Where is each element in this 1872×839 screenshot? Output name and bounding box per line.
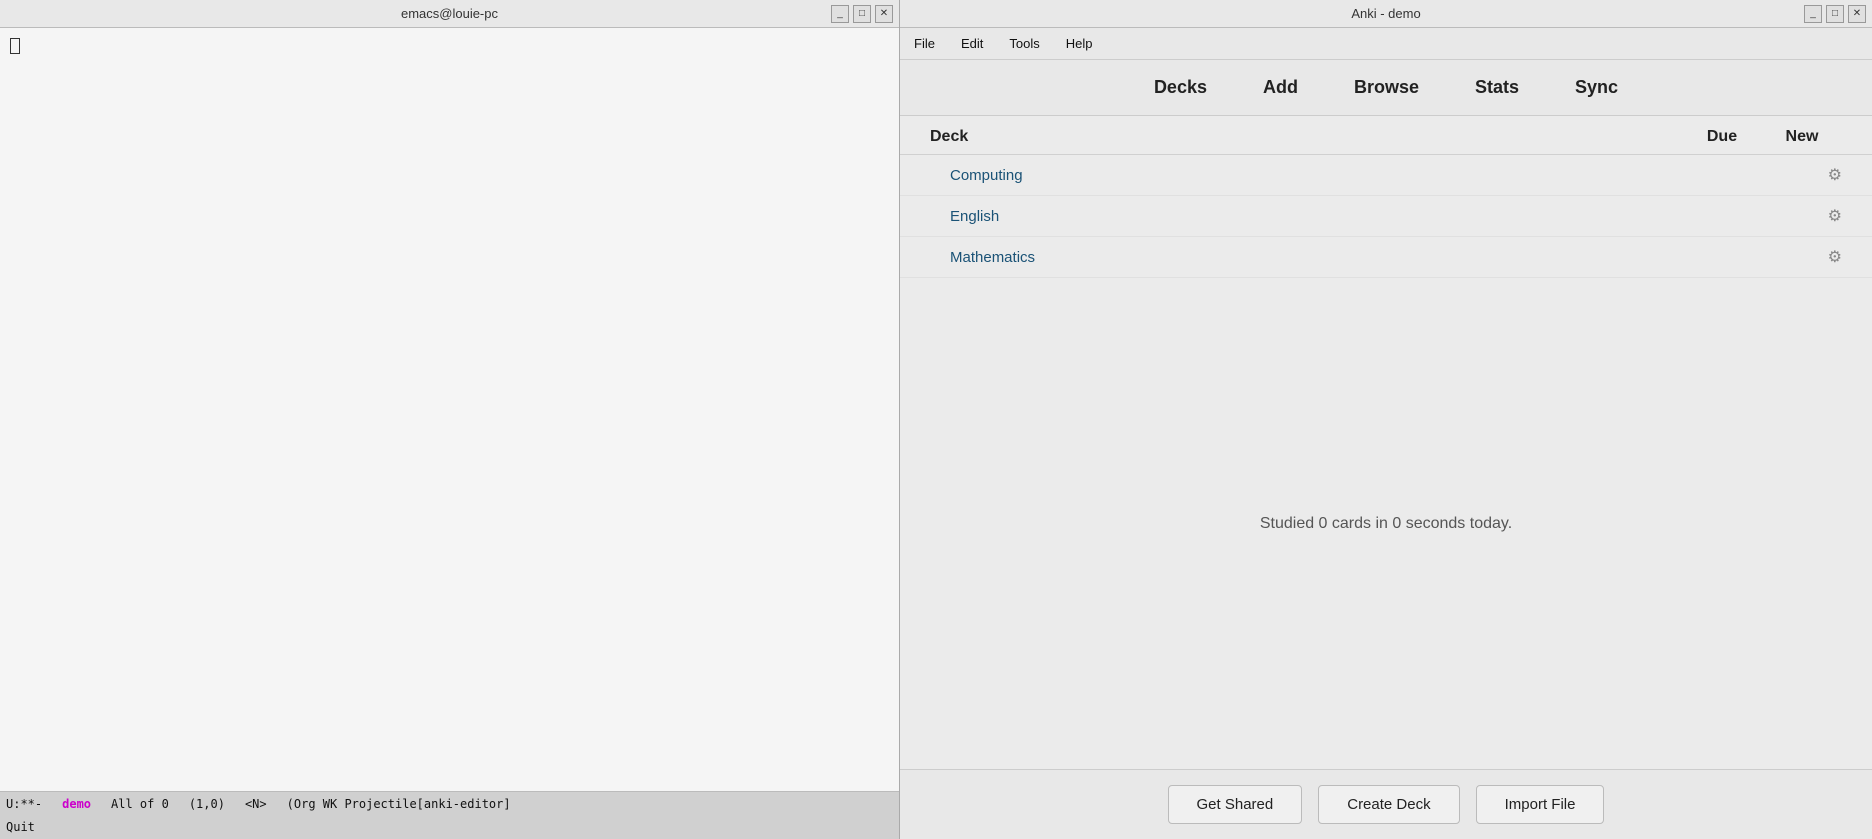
emacs-quit-label: Quit (0, 815, 899, 839)
deck-column-header: Deck (930, 128, 1682, 146)
due-column-header: Due (1682, 128, 1762, 146)
emacs-maximize-button[interactable]: □ (853, 5, 871, 23)
deck-name-mathematics[interactable]: Mathematics (950, 249, 1660, 266)
emacs-quit-text: Quit (6, 820, 35, 834)
deck-name-english[interactable]: English (950, 208, 1660, 225)
anki-window-controls: _ □ ✕ (1804, 5, 1866, 23)
import-file-button[interactable]: Import File (1476, 785, 1605, 824)
deck-row-computing[interactable]: Computing ⚙ (900, 155, 1872, 196)
emacs-bottom-bar: U:**- demo All of 0 (1,0) <N> (Org WK Pr… (0, 791, 899, 839)
anki-window: Anki - demo _ □ ✕ File Edit Tools Help D… (900, 0, 1872, 839)
anki-close-button[interactable]: ✕ (1848, 5, 1866, 23)
emacs-minimize-button[interactable]: _ (831, 5, 849, 23)
emacs-window-controls: _ □ ✕ (831, 5, 893, 23)
menu-edit[interactable]: Edit (957, 34, 987, 53)
gear-icon-mathematics[interactable]: ⚙ (1828, 247, 1842, 267)
emacs-position: All of 0 (111, 797, 169, 811)
deck-name-computing[interactable]: Computing (950, 167, 1660, 184)
get-shared-button[interactable]: Get Shared (1168, 785, 1303, 824)
anki-titlebar: Anki - demo _ □ ✕ (900, 0, 1872, 28)
menu-file[interactable]: File (910, 34, 939, 53)
anki-toolbar: Decks Add Browse Stats Sync (900, 60, 1872, 116)
emacs-title: emacs@louie-pc (401, 6, 498, 21)
anki-title: Anki - demo (1351, 6, 1420, 21)
toolbar-sync[interactable]: Sync (1567, 73, 1626, 102)
gear-icon-english[interactable]: ⚙ (1828, 206, 1842, 226)
deck-row-mathematics[interactable]: Mathematics ⚙ (900, 237, 1872, 278)
emacs-cursor (10, 38, 20, 54)
create-deck-button[interactable]: Create Deck (1318, 785, 1459, 824)
toolbar-browse[interactable]: Browse (1346, 73, 1427, 102)
anki-main-content: Deck Due New Computing ⚙ English ⚙ Mathe… (900, 116, 1872, 769)
emacs-statusbar: U:**- demo All of 0 (1,0) <N> (Org WK Pr… (0, 791, 899, 815)
anki-menubar: File Edit Tools Help (900, 28, 1872, 60)
emacs-mode-info: (Org WK Projectile[anki-editor] (287, 797, 511, 811)
gear-icon-computing[interactable]: ⚙ (1828, 165, 1842, 185)
emacs-coords: (1,0) (189, 797, 225, 811)
anki-footer: Get Shared Create Deck Import File (900, 769, 1872, 839)
studied-text: Studied 0 cards in 0 seconds today. (900, 278, 1872, 769)
toolbar-decks[interactable]: Decks (1146, 73, 1215, 102)
anki-maximize-button[interactable]: □ (1826, 5, 1844, 23)
deck-list-header: Deck Due New (900, 116, 1872, 155)
toolbar-add[interactable]: Add (1255, 73, 1306, 102)
emacs-titlebar: emacs@louie-pc _ □ ✕ (0, 0, 899, 28)
menu-help[interactable]: Help (1062, 34, 1097, 53)
anki-minimize-button[interactable]: _ (1804, 5, 1822, 23)
emacs-editor-area[interactable] (0, 28, 899, 791)
toolbar-stats[interactable]: Stats (1467, 73, 1527, 102)
emacs-window: emacs@louie-pc _ □ ✕ U:**- demo All of 0… (0, 0, 900, 839)
emacs-mode-indicator: U:**- (6, 797, 42, 811)
emacs-extra: <N> (245, 797, 267, 811)
deck-row-english[interactable]: English ⚙ (900, 196, 1872, 237)
studied-label: Studied 0 cards in 0 seconds today. (1260, 515, 1512, 533)
menu-tools[interactable]: Tools (1005, 34, 1043, 53)
emacs-buffer-name: demo (62, 797, 91, 811)
emacs-close-button[interactable]: ✕ (875, 5, 893, 23)
new-column-header: New (1762, 128, 1842, 146)
